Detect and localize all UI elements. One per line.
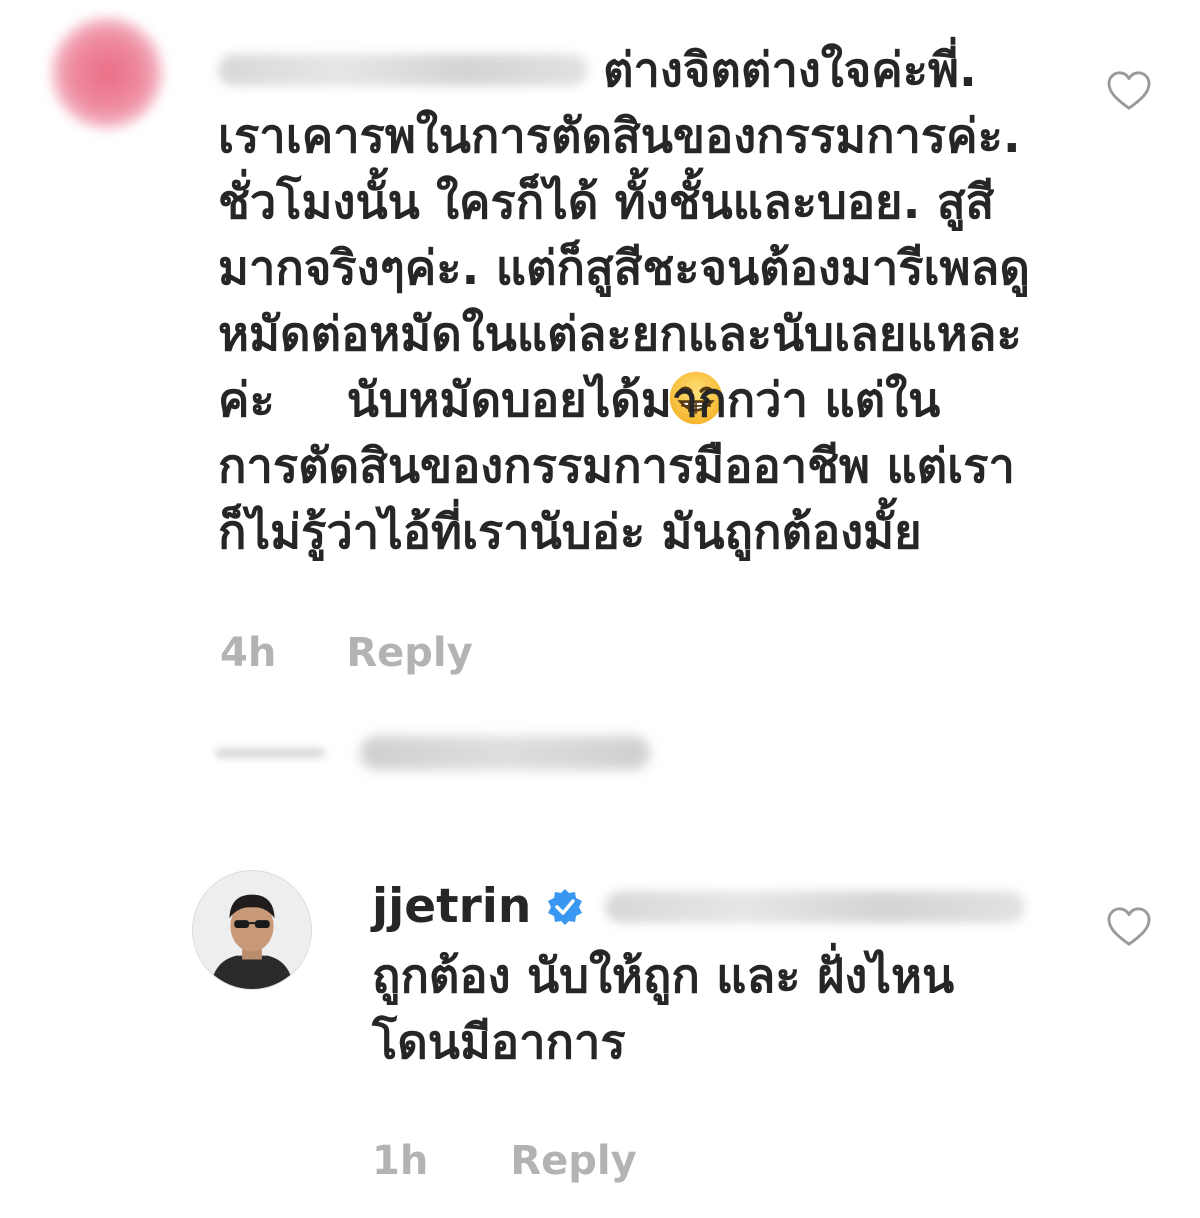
comment-2-meta: 1h Reply bbox=[372, 1138, 637, 1184]
like-heart-icon[interactable] bbox=[1106, 906, 1152, 948]
view-replies-line bbox=[215, 748, 325, 758]
comment-1-meta: 4h Reply bbox=[220, 630, 473, 676]
like-heart-icon[interactable] bbox=[1106, 70, 1152, 112]
reply-username-row: jjetrin bbox=[372, 874, 1026, 940]
view-replies-blurred-text bbox=[360, 736, 650, 770]
comment-1-line-1: ต่างจิตต่างใจค่ะพี่. bbox=[603, 43, 977, 98]
grinning-squinting-face-icon bbox=[283, 370, 722, 426]
comment-1-reply-button[interactable]: Reply bbox=[346, 630, 472, 676]
comment-1-text: ต่างจิตต่างใจค่ะพี่. เราเคารพในการตัดสิน… bbox=[218, 38, 1088, 566]
reply-text: ถูกต้อง นับให้ถูก และ ฝั่งไหน โดนมีอาการ bbox=[372, 949, 955, 1070]
jjetrin-avatar[interactable] bbox=[192, 870, 312, 990]
view-replies-link[interactable] bbox=[215, 728, 655, 778]
comment-2-timestamp[interactable]: 1h bbox=[372, 1138, 428, 1184]
commenter-avatar[interactable] bbox=[52, 18, 162, 128]
blurred-mention[interactable] bbox=[605, 891, 1026, 923]
verified-badge-icon bbox=[545, 887, 585, 927]
reply-username[interactable]: jjetrin bbox=[372, 874, 531, 940]
comment-2-reply-button[interactable]: Reply bbox=[510, 1138, 636, 1184]
comment-1-timestamp[interactable]: 4h bbox=[220, 630, 276, 676]
